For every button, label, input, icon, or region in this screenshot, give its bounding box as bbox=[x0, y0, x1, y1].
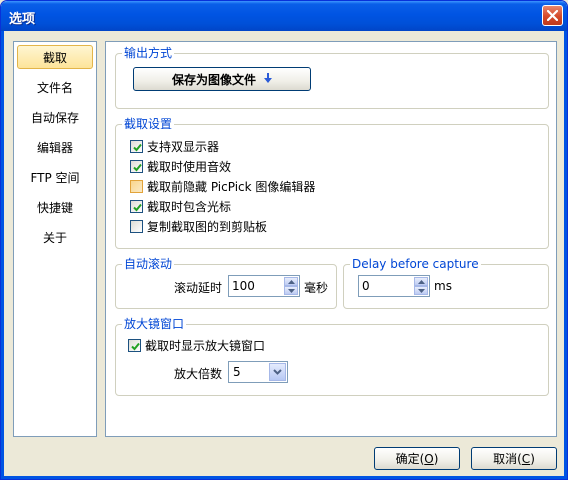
zoom-value: 5 bbox=[233, 365, 241, 379]
sidebar-nav: 截取 文件名 自动保存 编辑器 FTP 空间 快捷键 关于 bbox=[13, 41, 97, 437]
hide-editor-label: 截取前隐藏 PicPick 图像编辑器 bbox=[147, 179, 316, 194]
option-hide-editor[interactable]: 截取前隐藏 PicPick 图像编辑器 bbox=[130, 178, 315, 194]
scroll-delay-spin-buttons bbox=[284, 277, 298, 295]
magnifier-group: 放大镜窗口 截取时显示放大镜窗口 放大倍数 5 bbox=[115, 317, 549, 396]
checkmark-icon bbox=[133, 143, 142, 151]
zoom-label: 放大倍数 bbox=[174, 367, 223, 381]
sound-effect-checkbox[interactable] bbox=[130, 159, 143, 173]
capture-delay-spinner[interactable]: 0 bbox=[358, 275, 430, 297]
show-magnifier-checkbox[interactable] bbox=[128, 338, 141, 352]
cancel-button[interactable]: 取消(C) bbox=[471, 447, 557, 470]
ok-label: 确定( bbox=[395, 452, 425, 466]
window-title: 选项 bbox=[9, 12, 36, 27]
chevron-down-icon bbox=[417, 288, 425, 293]
sound-effect-label: 截取时使用音效 bbox=[147, 159, 232, 174]
capture-delay-value: 0 bbox=[362, 279, 370, 293]
sidebar-item-ftp[interactable]: FTP 空间 bbox=[17, 165, 93, 189]
chevron-down-icon bbox=[287, 288, 295, 293]
checkmark-icon bbox=[133, 203, 142, 211]
hide-editor-checkbox[interactable] bbox=[130, 179, 143, 193]
copy-clipboard-label: 复制截取图的到剪贴板 bbox=[147, 219, 268, 234]
cancel-accelerator-key: C bbox=[521, 451, 531, 466]
ok-button[interactable]: 确定(O) bbox=[374, 447, 460, 470]
dual-monitor-label: 支持双显示器 bbox=[147, 139, 220, 154]
output-group: 输出方式 保存为图像文件 bbox=[115, 46, 549, 109]
dual-monitor-checkbox[interactable] bbox=[130, 139, 143, 153]
spin-down-button[interactable] bbox=[414, 286, 428, 295]
zoom-dropdown-button[interactable] bbox=[269, 363, 286, 381]
spin-down-button[interactable] bbox=[284, 286, 298, 295]
delay-legend: Delay before capture bbox=[350, 257, 481, 271]
capture-delay-spin-buttons bbox=[414, 277, 428, 295]
zoom-select[interactable]: 5 bbox=[228, 361, 288, 383]
scroll-delay-label: 滚动延时 bbox=[174, 281, 223, 295]
chevron-up-icon bbox=[287, 279, 295, 284]
delay-group: Delay before capture 0 ms bbox=[343, 257, 549, 309]
sidebar-item-autosave[interactable]: 自动保存 bbox=[17, 105, 93, 129]
sidebar-item-about[interactable]: 关于 bbox=[17, 225, 93, 249]
capture-settings-group: 截取设置 支持双显示器 截取时使用音效 截取前隐藏 PicPick 图像编辑器 bbox=[115, 117, 549, 249]
scroll-delay-unit: 毫秒 bbox=[304, 281, 329, 295]
option-dual-monitor[interactable]: 支持双显示器 bbox=[130, 138, 219, 154]
scroll-delay-value: 100 bbox=[232, 279, 255, 293]
ok-label-end: ) bbox=[433, 451, 439, 466]
options-dialog: 选项 截取 文件名 自动保存 编辑器 FTP 空间 快捷键 关于 输出方式 保存… bbox=[0, 0, 568, 480]
sidebar-item-editor[interactable]: 编辑器 bbox=[17, 135, 93, 159]
ok-accelerator-key: O bbox=[424, 451, 434, 466]
sidebar-item-capture[interactable]: 截取 bbox=[17, 45, 93, 69]
capture-settings-legend: 截取设置 bbox=[122, 117, 175, 131]
save-as-image-button[interactable]: 保存为图像文件 bbox=[133, 67, 311, 91]
spin-up-button[interactable] bbox=[414, 277, 428, 286]
autoscroll-legend: 自动滚动 bbox=[122, 257, 175, 271]
scroll-delay-spinner[interactable]: 100 bbox=[228, 275, 300, 297]
cancel-label: 取消( bbox=[493, 452, 522, 466]
sidebar-item-filename[interactable]: 文件名 bbox=[17, 75, 93, 99]
copy-clipboard-checkbox[interactable] bbox=[130, 219, 143, 233]
chevron-up-icon bbox=[417, 279, 425, 284]
magnifier-legend: 放大镜窗口 bbox=[122, 317, 187, 331]
output-group-legend: 输出方式 bbox=[122, 46, 175, 60]
checkmark-icon bbox=[133, 163, 142, 171]
content-panel: 输出方式 保存为图像文件 截取设置 支持双显示器 截取时使用音效 截取前隐藏 P… bbox=[105, 41, 557, 437]
autoscroll-group: 自动滚动 滚动延时 100 毫秒 bbox=[115, 257, 337, 309]
cancel-label-end: ) bbox=[530, 451, 535, 466]
include-cursor-label: 截取时包含光标 bbox=[147, 199, 232, 214]
option-copy-clipboard[interactable]: 复制截取图的到剪贴板 bbox=[130, 218, 267, 234]
capture-delay-unit: ms bbox=[434, 279, 452, 293]
option-include-cursor[interactable]: 截取时包含光标 bbox=[130, 198, 231, 214]
close-button[interactable] bbox=[542, 5, 563, 26]
option-show-magnifier[interactable]: 截取时显示放大镜窗口 bbox=[128, 337, 265, 353]
title-bar[interactable]: 选项 bbox=[1, 1, 567, 31]
show-magnifier-label: 截取时显示放大镜窗口 bbox=[145, 338, 266, 353]
option-sound-effect[interactable]: 截取时使用音效 bbox=[130, 158, 231, 174]
save-as-image-label: 保存为图像文件 bbox=[171, 72, 256, 87]
spin-up-button[interactable] bbox=[284, 277, 298, 286]
sidebar-item-hotkeys[interactable]: 快捷键 bbox=[17, 195, 93, 219]
include-cursor-checkbox[interactable] bbox=[130, 199, 143, 213]
window-frame-bottom bbox=[1, 476, 567, 479]
close-icon bbox=[547, 10, 558, 21]
chevron-down-icon bbox=[273, 369, 282, 375]
checkmark-icon bbox=[131, 342, 140, 350]
arrow-down-icon bbox=[264, 72, 272, 86]
window-frame-right bbox=[564, 31, 567, 479]
window-frame-left bbox=[1, 31, 4, 479]
